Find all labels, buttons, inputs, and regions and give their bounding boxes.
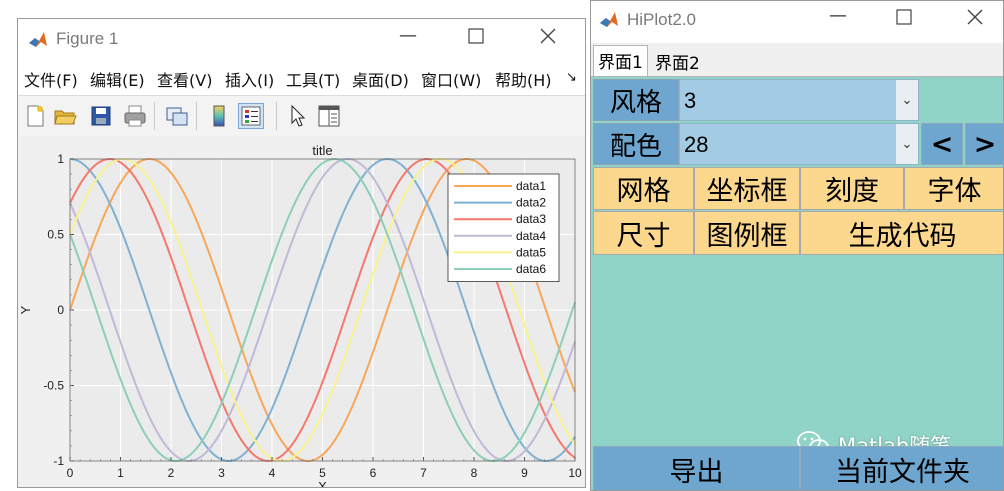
- print-icon[interactable]: [122, 103, 148, 129]
- x-tick-label: 8: [471, 466, 478, 480]
- hiplot-window: HiPlot2.0 — 界面1 界面2 风格 3 ⌄ 配色 28 ⌄ < > 网…: [590, 0, 1004, 491]
- maximize-icon[interactable]: [889, 9, 919, 29]
- legend[interactable]: data1 data2 data3 data4 data5 data6: [447, 173, 560, 282]
- menu-edit[interactable]: 编辑(E): [90, 67, 145, 91]
- legend-label: data2: [516, 196, 546, 210]
- tab-bar: 界面1 界面2: [591, 43, 1003, 77]
- minimize-icon[interactable]: —: [823, 5, 853, 26]
- legend-box-button[interactable]: 图例框: [694, 211, 800, 255]
- legend-label: data3: [516, 212, 546, 226]
- colorbar-icon[interactable]: [206, 103, 232, 129]
- open-file-icon[interactable]: [52, 103, 78, 129]
- prev-button[interactable]: <: [921, 123, 963, 165]
- colormap-label: 配色: [593, 123, 679, 165]
- generate-code-button[interactable]: 生成代码: [800, 211, 1003, 255]
- colormap-value: 28: [684, 132, 709, 157]
- menu-desktop[interactable]: 桌面(D): [352, 67, 409, 91]
- pointer-icon[interactable]: [284, 103, 310, 129]
- plot-area: 0 1 2 3 4 5 6 7 8 9 10 1 0.5 0 -0.5 -1 title X Y data1 d…: [18, 136, 585, 488]
- chevron-down-icon[interactable]: ⌄: [895, 124, 918, 164]
- legend-label: data1: [516, 179, 546, 193]
- y-tick-label: 1: [57, 152, 64, 166]
- property-editor-icon[interactable]: [316, 103, 342, 129]
- menu-window[interactable]: 窗口(W): [421, 67, 481, 91]
- dock-arrow-icon[interactable]: ↘: [566, 70, 577, 85]
- legend-label: data4: [516, 229, 546, 243]
- link-plot-icon[interactable]: [164, 103, 190, 129]
- x-tick-label: 7: [420, 466, 427, 480]
- ticks-button[interactable]: 刻度: [800, 167, 904, 210]
- y-tick-label: 0: [57, 303, 64, 317]
- new-figure-icon[interactable]: [22, 103, 48, 129]
- menu-view[interactable]: 查看(V): [157, 67, 212, 91]
- y-axis-label: Y: [18, 305, 33, 314]
- style-dropdown[interactable]: 3 ⌄: [679, 79, 919, 121]
- grid-button[interactable]: 网格: [593, 167, 694, 210]
- maximize-icon[interactable]: [461, 28, 491, 48]
- menu-file[interactable]: 文件(F): [24, 67, 78, 91]
- y-tick-label: 0.5: [47, 228, 64, 242]
- export-button[interactable]: 导出: [593, 446, 800, 490]
- x-tick-label: 5: [319, 466, 326, 480]
- axes-box-button[interactable]: 坐标框: [694, 167, 800, 210]
- window-title: HiPlot2.0: [627, 10, 696, 29]
- save-icon[interactable]: [88, 103, 114, 129]
- figure-window: Figure 1 — 文件(F) 编辑(E) 查看(V) 插入(I) 工具(T)…: [17, 18, 586, 488]
- current-folder-button[interactable]: 当前文件夹: [800, 446, 1003, 490]
- x-tick-label: 10: [568, 466, 582, 480]
- chevron-down-icon[interactable]: ⌄: [895, 80, 918, 120]
- x-tick-label: 9: [521, 466, 528, 480]
- figure-titlebar: Figure 1 —: [18, 19, 585, 61]
- legend-icon[interactable]: [238, 103, 264, 129]
- matlab-logo-icon: [599, 10, 619, 30]
- x-tick-label: 6: [370, 466, 377, 480]
- x-tick-label: 2: [168, 466, 175, 480]
- next-button[interactable]: >: [965, 123, 1003, 165]
- menu-tools[interactable]: 工具(T): [286, 67, 340, 91]
- y-tick-label: -0.5: [43, 379, 64, 393]
- x-axis-label: X: [318, 479, 327, 488]
- line-chart: 0 1 2 3 4 5 6 7 8 9 1010.50-0.5-1 title X Y data1d…: [18, 143, 582, 488]
- menu-bar: 文件(F) 编辑(E) 查看(V) 插入(I) 工具(T) 桌面(D) 窗口(W…: [18, 61, 585, 93]
- font-button[interactable]: 字体: [904, 167, 1003, 210]
- hiplot-titlebar: HiPlot2.0 —: [591, 1, 1003, 43]
- style-value: 3: [684, 88, 697, 113]
- tab-ui1[interactable]: 界面1: [593, 45, 648, 76]
- close-icon[interactable]: [960, 8, 990, 30]
- close-icon[interactable]: [533, 27, 563, 49]
- style-label: 风格: [593, 79, 679, 121]
- chart-title: title: [312, 143, 332, 158]
- window-title: Figure 1: [56, 29, 119, 48]
- x-tick-label: 0: [67, 466, 74, 480]
- minimize-icon[interactable]: —: [393, 25, 423, 46]
- x-tick-label: 4: [269, 466, 276, 480]
- menu-insert[interactable]: 插入(I): [225, 67, 274, 91]
- colormap-dropdown[interactable]: 28 ⌄: [679, 123, 919, 165]
- menu-help[interactable]: 帮助(H): [495, 67, 552, 91]
- matlab-logo-icon: [28, 30, 48, 50]
- tab-ui2[interactable]: 界面2: [651, 47, 704, 75]
- y-tick-label: -1: [53, 454, 64, 468]
- figure-toolbar: [18, 95, 585, 137]
- x-tick-label: 3: [218, 466, 225, 480]
- size-button[interactable]: 尺寸: [593, 211, 694, 255]
- legend-label: data6: [516, 262, 546, 276]
- legend-label: data5: [516, 245, 546, 259]
- x-tick-label: 1: [117, 466, 124, 480]
